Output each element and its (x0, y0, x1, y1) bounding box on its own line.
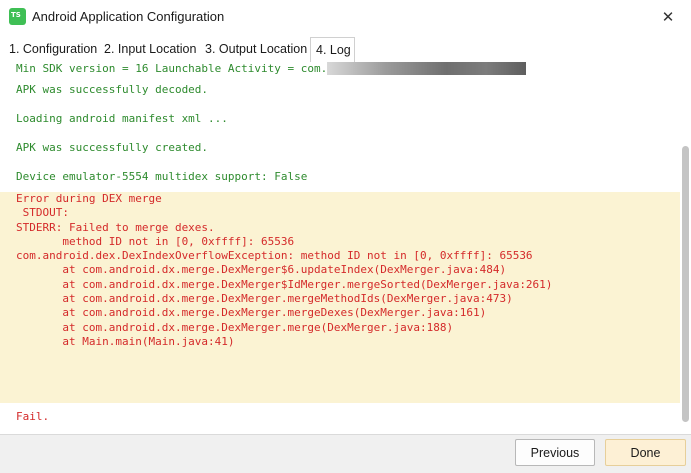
error-stacktrace: Error during DEX merge STDOUT: STDERR: F… (16, 192, 553, 348)
tab-log[interactable]: 4. Log (310, 37, 355, 63)
log-output[interactable]: Min SDK version = 16 Launchable Activity… (0, 62, 680, 434)
scrollbar-thumb[interactable] (682, 146, 689, 422)
window-title: Android Application Configuration (32, 9, 225, 24)
done-button[interactable]: Done (605, 439, 686, 466)
tab-output-location[interactable]: 3. Output Location (201, 37, 311, 61)
log-scrollbar[interactable] (680, 62, 691, 434)
log-line-fail: Fail. (16, 410, 50, 423)
log-line-decoded: APK was successfully decoded. (16, 83, 209, 96)
tab-bar: 1. Configuration 2. Input Location 3. Ou… (0, 37, 691, 63)
log-line-text: Min SDK version = 16 Launchable Activity… (16, 62, 328, 75)
app-icon (9, 8, 26, 25)
redacted-package-name (327, 62, 526, 75)
title-bar: Android Application Configuration ✕ (0, 0, 691, 34)
tab-input-location[interactable]: 2. Input Location (100, 37, 200, 61)
log-line-loading-manifest: Loading android manifest xml ... (16, 112, 228, 125)
close-icon[interactable]: ✕ (645, 0, 691, 34)
log-line-min-sdk: Min SDK version = 16 Launchable Activity… (16, 62, 327, 75)
tab-configuration[interactable]: 1. Configuration (5, 37, 101, 61)
log-line-multidex: Device emulator-5554 multidex support: F… (16, 170, 308, 183)
error-block: Error during DEX merge STDOUT: STDERR: F… (0, 192, 680, 403)
dialog-footer: Previous Done (0, 434, 691, 473)
previous-button[interactable]: Previous (515, 439, 595, 466)
log-line-created: APK was successfully created. (16, 141, 209, 154)
